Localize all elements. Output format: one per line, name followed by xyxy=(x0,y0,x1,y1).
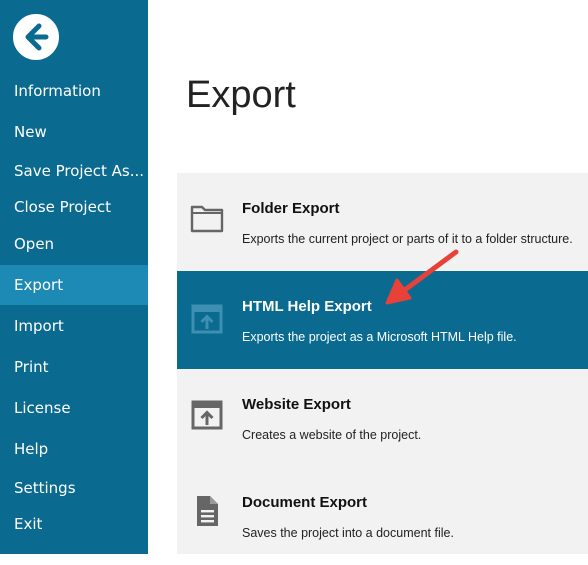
document-icon xyxy=(197,496,218,526)
sidebar-item-import[interactable]: Import xyxy=(0,307,148,345)
back-button[interactable] xyxy=(13,14,59,60)
option-description: Saves the project into a document file. xyxy=(242,526,454,540)
export-options-panel: Folder Export Exports the current projec… xyxy=(177,173,588,554)
sidebar-item-save-project-as[interactable]: Save Project As... xyxy=(0,152,148,190)
sidebar-item-license[interactable]: License xyxy=(0,389,148,427)
sidebar-item-help[interactable]: Help xyxy=(0,430,148,468)
website-export-option[interactable]: Website Export Creates a website of the … xyxy=(177,369,588,467)
sidebar-item-close-project[interactable]: Close Project xyxy=(0,188,148,226)
folder-icon xyxy=(190,205,224,233)
sidebar-item-open[interactable]: Open xyxy=(0,225,148,263)
html-help-export-option[interactable]: HTML Help Export Exports the project as … xyxy=(177,271,588,369)
option-title: Document Export xyxy=(242,494,368,511)
sidebar-item-information[interactable]: Information xyxy=(0,72,148,110)
folder-export-option[interactable]: Folder Export Exports the current projec… xyxy=(177,173,588,271)
back-arrow-icon xyxy=(15,16,57,58)
sidebar-item-settings[interactable]: Settings xyxy=(0,469,148,507)
sidebar-item-new[interactable]: New xyxy=(0,113,148,151)
option-description: Creates a website of the project. xyxy=(242,428,422,442)
option-title: Website Export xyxy=(242,396,351,413)
sidebar-item-export[interactable]: Export xyxy=(0,265,148,305)
option-title: HTML Help Export xyxy=(242,298,372,315)
main-content: Export Folder Export Exports the current… xyxy=(148,0,588,554)
document-export-option[interactable]: Document Export Saves the project into a… xyxy=(177,467,588,565)
page-title: Export xyxy=(186,74,296,116)
sidebar-item-exit[interactable]: Exit xyxy=(0,505,148,543)
export-window-icon xyxy=(191,400,223,430)
sidebar-item-print[interactable]: Print xyxy=(0,348,148,386)
option-description: Exports the project as a Microsoft HTML … xyxy=(242,330,517,344)
option-title: Folder Export xyxy=(242,200,340,217)
sidebar: Information New Save Project As... Close… xyxy=(0,0,148,554)
export-window-icon xyxy=(191,304,223,334)
option-description: Exports the current project or parts of … xyxy=(242,232,573,246)
